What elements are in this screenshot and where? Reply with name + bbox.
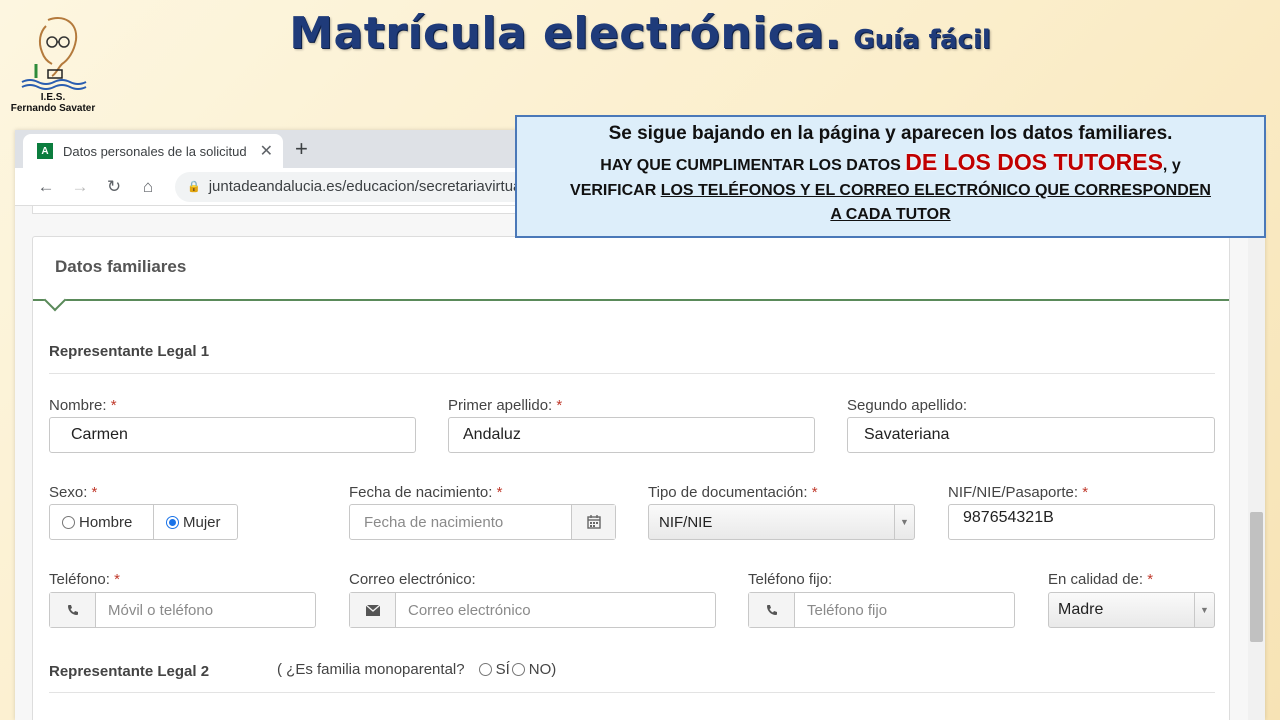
nif-field[interactable]: 987654321B <box>948 504 1215 540</box>
sexo-label: Sexo: * <box>49 484 98 501</box>
radio-checked-icon[interactable] <box>166 515 179 529</box>
nif-label: NIF/NIE/Pasaporte: * <box>948 484 1089 501</box>
slide-title: Matrícula electrónica. Guía fácil <box>0 8 1280 59</box>
calidad-label: En calidad de: * <box>1048 571 1154 588</box>
tipo-doc-label: Tipo de documentación: * <box>648 484 818 501</box>
rep2-divider <box>49 692 1215 693</box>
phone-icon <box>749 593 795 627</box>
favicon-icon: A <box>37 143 53 159</box>
calidad-select[interactable]: Madre ▼ <box>1048 592 1215 628</box>
correo-field[interactable]: Correo electrónico <box>349 592 716 628</box>
sexo-radio-group: Hombre Mujer <box>49 504 238 540</box>
panel-header[interactable]: Datos familiares <box>33 237 1229 312</box>
phone-icon <box>50 593 96 627</box>
family-data-panel: Datos familiares Representante Legal 1 N… <box>32 236 1230 720</box>
back-icon[interactable]: ← <box>29 177 63 197</box>
close-tab-icon[interactable]: ✕ <box>260 141 273 161</box>
slide-title-sub: Guía fácil <box>853 25 991 55</box>
radio-icon[interactable] <box>511 663 525 676</box>
logo-line-1: I.E.S. <box>40 92 66 103</box>
logo-line-2: Fernando Savater <box>10 103 96 114</box>
radio-icon[interactable] <box>478 663 492 676</box>
apellido1-field[interactable]: Andaluz <box>448 417 815 453</box>
nombre-field[interactable]: Carmen <box>49 417 416 453</box>
chevron-down-icon: ▼ <box>894 505 914 539</box>
monoparental-question: ( ¿Es familia monoparental? SÍ NO) <box>277 661 557 678</box>
fecha-field[interactable]: Fecha de nacimiento <box>349 504 616 540</box>
scrollbar-thumb[interactable] <box>1250 512 1263 642</box>
nombre-label: Nombre: * <box>49 397 117 414</box>
apellido1-label: Primer apellido: * <box>448 397 563 414</box>
callout-line-1: Se sigue bajando en la página y aparecen… <box>608 123 1173 144</box>
home-icon[interactable]: ⌂ <box>131 177 165 197</box>
panel-title: Datos familiares <box>55 257 187 276</box>
apellido2-field[interactable]: Savateriana <box>847 417 1215 453</box>
radio-icon[interactable] <box>62 515 75 529</box>
callout-highlight: DE LOS DOS TUTORES <box>905 149 1163 175</box>
callout-line-3: VERIFICAR LOS TELÉFONOS Y EL CORREO ELEC… <box>570 182 1211 223</box>
envelope-icon <box>350 593 396 627</box>
callout-line-4: A CADA TUTOR <box>830 206 951 223</box>
calendar-icon[interactable] <box>571 505 615 539</box>
fecha-label: Fecha de nacimiento: * <box>349 484 503 501</box>
sexo-option-hombre[interactable]: Hombre <box>50 505 153 539</box>
tab-title: Datos personales de la solicitud <box>63 143 247 159</box>
monoparental-no[interactable]: NO) <box>529 661 557 678</box>
page-scrollbar[interactable] <box>1248 206 1265 720</box>
monoparental-si[interactable]: SÍ <box>496 661 510 678</box>
chevron-down-icon <box>43 288 67 312</box>
new-tab-icon[interactable]: + <box>295 136 308 162</box>
page-content: Datos familiares Representante Legal 1 N… <box>15 206 1265 720</box>
apellido2-label: Segundo apellido: <box>847 397 968 414</box>
chevron-down-icon: ▼ <box>1194 593 1214 627</box>
fijo-field[interactable]: Teléfono fijo <box>748 592 1015 628</box>
fijo-label: Teléfono fijo: <box>748 571 833 588</box>
correo-label: Correo electrónico: <box>349 571 476 588</box>
callout-line-2: HAY QUE CUMPLIMENTAR LOS DATOS DE LOS DO… <box>600 149 1181 175</box>
browser-tab[interactable]: A Datos personales de la solicitud ✕ <box>23 134 283 168</box>
telefono-label: Teléfono: * <box>49 571 120 588</box>
rep1-divider <box>49 373 1215 374</box>
rep1-title: Representante Legal 1 <box>49 343 210 360</box>
rep2-title: Representante Legal 2 <box>49 663 210 680</box>
reload-icon[interactable]: ↻ <box>97 177 131 197</box>
sexo-option-mujer[interactable]: Mujer <box>153 505 233 539</box>
telefono-field[interactable]: Móvil o teléfono <box>49 592 316 628</box>
forward-icon[interactable]: → <box>63 177 97 197</box>
address-url: juntadeandalucia.es/educacion/secretaria… <box>208 178 525 195</box>
slide-title-main: Matrícula electrónica. <box>289 8 842 59</box>
tipo-doc-select[interactable]: NIF/NIE ▼ <box>648 504 915 540</box>
lock-icon: 🔒 <box>187 181 201 193</box>
instruction-callout: Se sigue bajando en la página y aparecen… <box>515 115 1266 238</box>
